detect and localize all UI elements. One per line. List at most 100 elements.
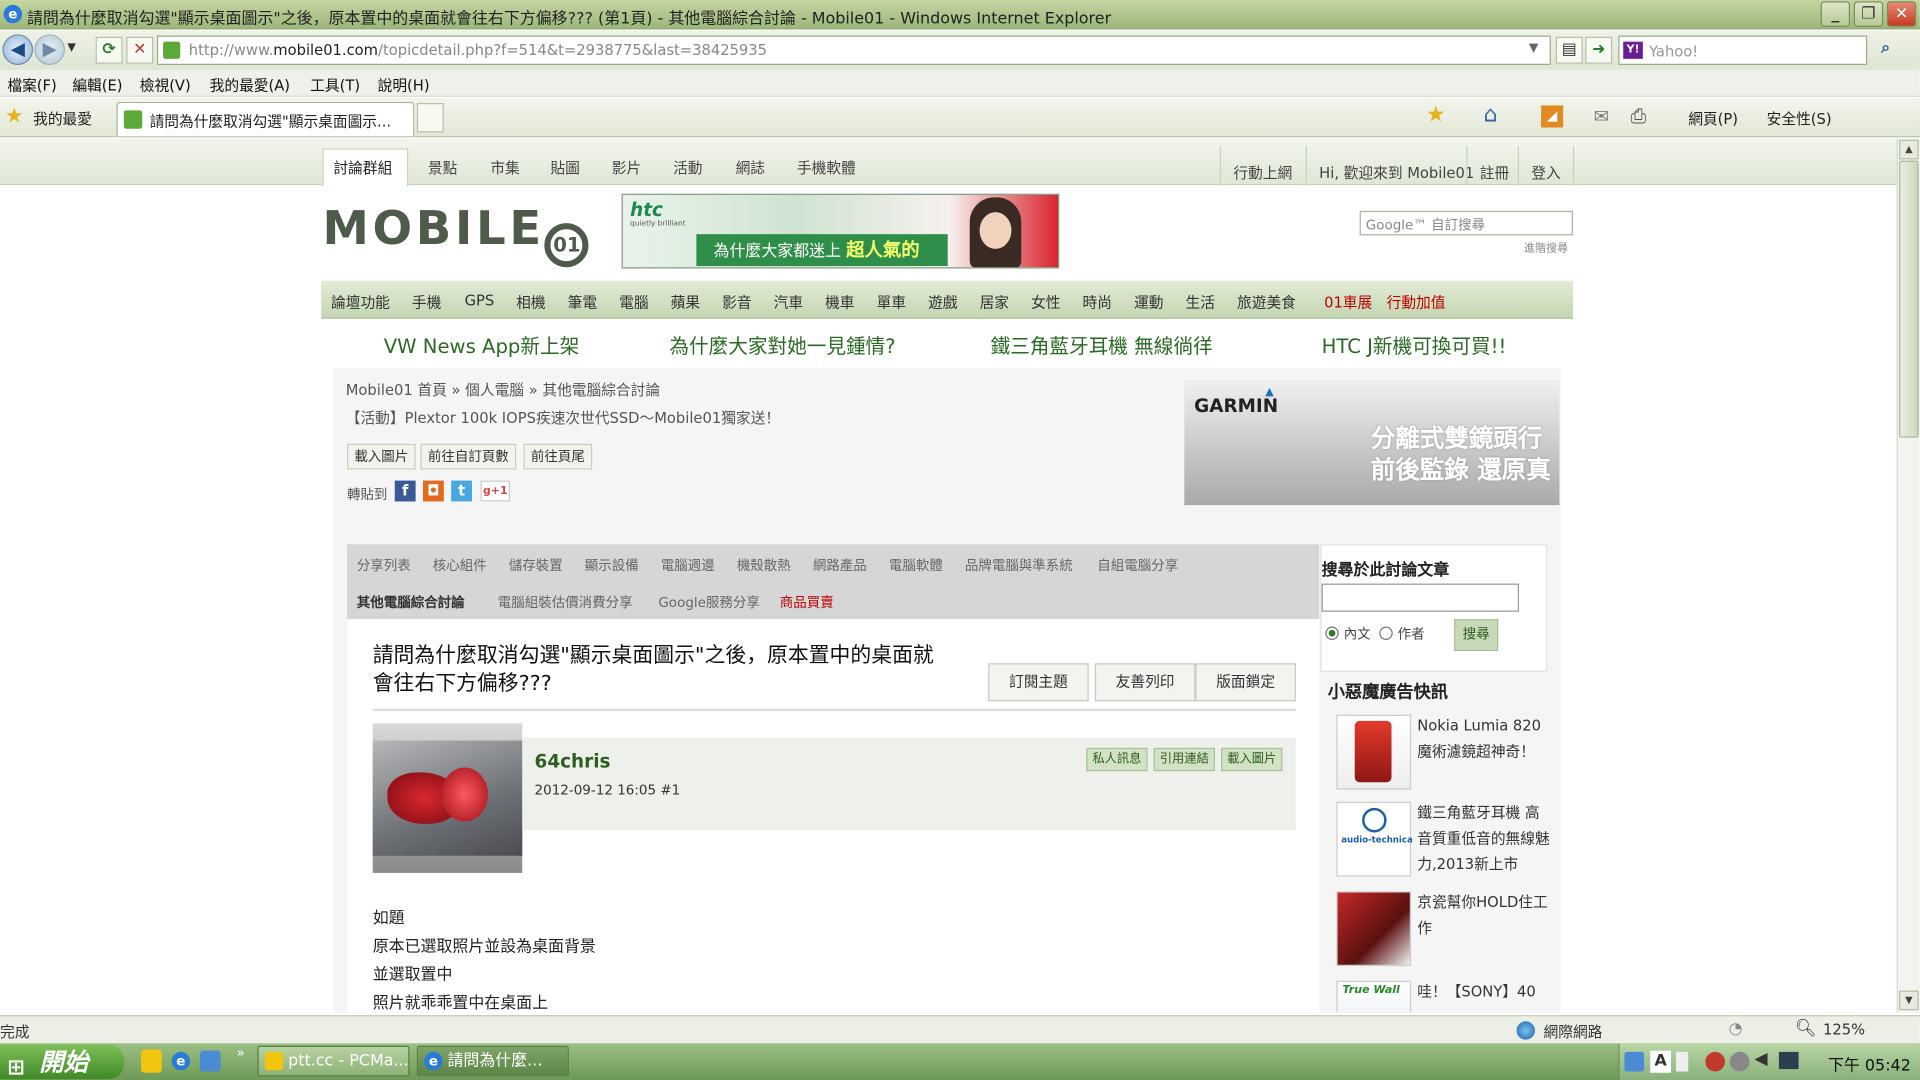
category-phones[interactable]: 手機 [412, 292, 441, 313]
vertical-scrollbar[interactable]: ▲ ▼ [1896, 138, 1920, 1013]
login-link[interactable]: 登入 [1517, 145, 1575, 186]
category-mobile-vas[interactable]: 行動加值 [1387, 292, 1446, 313]
topnav-market[interactable]: 市集 [490, 157, 519, 178]
category-sports[interactable]: 運動 [1134, 292, 1163, 313]
scroll-thumb[interactable] [1899, 160, 1919, 438]
tray-app-icon[interactable] [1729, 1051, 1750, 1072]
quote-link-button[interactable]: 引用連結 [1153, 747, 1215, 772]
forum-network[interactable]: 網路產品 [813, 555, 867, 575]
topnav-mobile-apps[interactable]: 手機軟體 [797, 157, 856, 178]
print-icon[interactable]: ⎙ [1631, 104, 1647, 129]
facebook-share-icon[interactable]: f [394, 480, 416, 502]
htc-banner-ad[interactable]: htc quietly brilliant 為什麼大家都迷上 超人氣的 [621, 193, 1060, 269]
compat-view-icon[interactable]: ▤ [1555, 36, 1583, 64]
stop-button[interactable]: ✕ [126, 36, 154, 64]
lock-layout-button[interactable]: 版面鎖定 [1195, 663, 1296, 702]
forum-brand-pc[interactable]: 品牌電腦與準系統 [965, 555, 1073, 575]
advanced-search-link[interactable]: 進階搜尋 [1524, 239, 1568, 255]
ad-image-kyocera[interactable] [1336, 891, 1412, 967]
menu-tools[interactable]: 工具(T) [310, 75, 360, 96]
quicklaunch-outlook-icon[interactable] [199, 1050, 221, 1072]
topnav-videos[interactable]: 影片 [612, 157, 641, 178]
history-dropdown-icon[interactable]: ▼ [67, 42, 75, 54]
forum-cases-cooling[interactable]: 機殼散熱 [737, 555, 791, 575]
mobile-login-link[interactable]: 行動上網 [1219, 145, 1305, 186]
search-box[interactable]: Y! Yahoo! [1618, 35, 1868, 65]
forum-storage[interactable]: 儲存裝置 [509, 555, 563, 575]
forum-current[interactable]: 其他電腦綜合討論 [357, 592, 465, 612]
favorites-star-icon[interactable]: ★ [5, 104, 24, 129]
forum-build-pricing[interactable]: 電腦組裝估價消費分享 [498, 592, 633, 612]
category-travel-food[interactable]: 旅遊美食 [1237, 292, 1296, 313]
tray-network-icon[interactable] [1778, 1051, 1799, 1070]
minimize-button[interactable]: _ [1820, 1, 1851, 27]
ad-image-audio-technica[interactable]: audio-technica [1336, 801, 1413, 877]
private-message-button[interactable]: 私人訊息 [1086, 747, 1148, 772]
go-button[interactable]: ➜ [1585, 36, 1613, 64]
tray-ime-icon[interactable]: A [1650, 1050, 1672, 1073]
topic-search-button[interactable]: 搜尋 [1454, 619, 1499, 652]
start-button[interactable]: ⊞ 開始 [0, 1044, 124, 1080]
add-favorite-icon[interactable]: ★ [1426, 102, 1446, 128]
breadcrumb[interactable]: Mobile01 首頁 » 個人電腦 » 其他電腦綜合討論 [346, 379, 660, 400]
category-gps[interactable]: GPS [465, 292, 495, 309]
google-search-input[interactable]: Google™ 自訂搜尋 [1359, 210, 1573, 236]
category-games[interactable]: 遊戲 [928, 292, 957, 313]
radio-author[interactable] [1379, 626, 1393, 640]
ad-text-kyocera[interactable]: 京瓷幫你HOLD住工作 [1417, 890, 1549, 941]
category-notebooks[interactable]: 筆電 [568, 292, 597, 313]
tray-keyboard-icon[interactable] [1675, 1051, 1689, 1072]
scroll-up-arrow-icon[interactable]: ▲ [1899, 139, 1919, 160]
close-button[interactable]: ✕ [1886, 1, 1917, 27]
promo-link-headphones[interactable]: 鐵三角藍牙耳機 無線徜徉 [991, 330, 1213, 359]
search-go-icon[interactable]: ⌕ [1872, 37, 1899, 64]
category-life[interactable]: 生活 [1186, 292, 1215, 313]
category-fashion[interactable]: 時尚 [1083, 292, 1112, 313]
rss-feed-icon[interactable]: ◢ [1541, 105, 1564, 128]
category-av[interactable]: 影音 [722, 292, 751, 313]
protected-mode-icon[interactable]: ◔ [1729, 1020, 1743, 1038]
refresh-button[interactable]: ⟳ [95, 36, 123, 64]
home-icon[interactable]: ⌂ [1483, 102, 1497, 128]
read-mail-icon[interactable]: ✉ [1594, 105, 1609, 127]
menu-file[interactable]: 檔案(F) [7, 75, 56, 96]
goto-bottom-button[interactable]: 前往頁尾 [523, 443, 593, 470]
category-cameras[interactable]: 相機 [516, 292, 545, 313]
forum-software[interactable]: 電腦軟體 [889, 555, 943, 575]
promo-link-htc-j[interactable]: HTC J新機可換可買!! [1322, 330, 1507, 359]
print-friendly-button[interactable]: 友善列印 [1094, 663, 1196, 702]
garmin-ad[interactable]: GARMIN ▲ 分離式雙鏡頭行 前後監錄 還原真 [1184, 380, 1560, 506]
new-tab-button[interactable] [416, 102, 444, 133]
quicklaunch-ie-icon[interactable]: e [171, 1051, 191, 1071]
safety-menu[interactable]: 安全性(S) [1767, 108, 1832, 129]
topic-search-input[interactable] [1321, 583, 1520, 612]
forum-peripherals[interactable]: 電腦週邊 [661, 555, 715, 575]
category-home[interactable]: 居家 [980, 292, 1009, 313]
forward-button[interactable]: ▶ [34, 34, 65, 65]
subscribe-topic-button[interactable]: 訂閱主題 [988, 663, 1089, 702]
mobile01-logo[interactable]: MOBILE 01 [322, 204, 589, 268]
topnav-blogs[interactable]: 網誌 [736, 157, 765, 178]
ad-text-audio-technica[interactable]: 鐵三角藍牙耳機 高音質重低音的無線魅力,2013新上市 [1417, 801, 1549, 878]
menu-help[interactable]: 說明(H) [378, 75, 430, 96]
user-avatar[interactable] [372, 723, 523, 873]
category-women[interactable]: 女性 [1031, 292, 1060, 313]
ad-text-nokia[interactable]: Nokia Lumia 820 魔術濾鏡超神奇！ [1417, 714, 1549, 765]
tray-language-icon[interactable] [1624, 1051, 1645, 1072]
category-auto-show[interactable]: 01車展 [1324, 292, 1372, 313]
register-link[interactable]: 註冊 [1466, 145, 1521, 186]
page-menu[interactable]: 網頁(P) [1688, 108, 1738, 129]
promo-link-love[interactable]: 為什麼大家對她一見鍾情? [669, 330, 895, 359]
quicklaunch-app-icon[interactable] [140, 1049, 162, 1073]
category-cars[interactable]: 汽車 [774, 292, 803, 313]
tray-volume-icon[interactable]: ◀ [1754, 1049, 1767, 1069]
topnav-photos[interactable]: 貼圖 [550, 157, 579, 178]
forum-google-services[interactable]: Google服務分享 [658, 592, 760, 612]
address-bar[interactable]: http://www.mobile01.com/topicdetail.php?… [156, 35, 1551, 65]
ad-image-sony[interactable]: True Wall [1336, 980, 1412, 1013]
quicklaunch-more-icon[interactable]: » [237, 1045, 245, 1061]
plurk-share-icon[interactable]: ◘ [422, 480, 444, 502]
goto-page-button[interactable]: 前往自訂頁數 [420, 443, 517, 470]
username-link[interactable]: 64chris [535, 750, 611, 772]
back-button[interactable]: ◀ [2, 34, 34, 65]
